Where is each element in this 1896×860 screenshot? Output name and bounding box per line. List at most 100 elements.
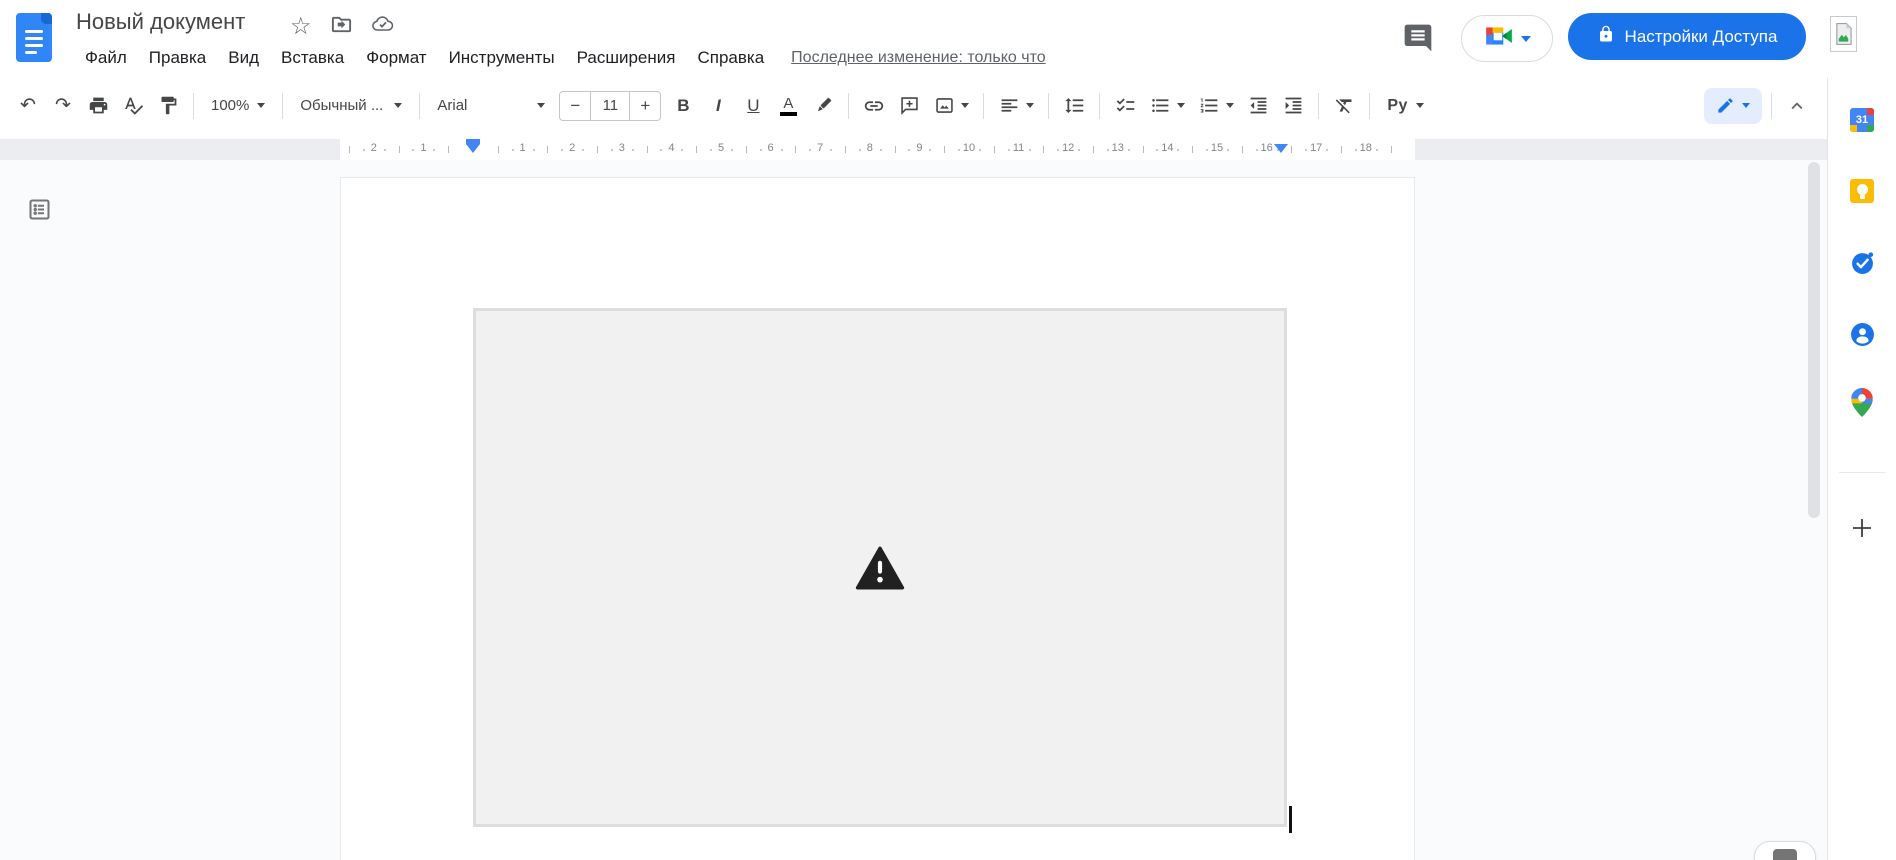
bulleted-list-button[interactable] (1144, 90, 1190, 122)
chevron-down-icon (1742, 103, 1750, 108)
google-maps-icon[interactable] (1849, 387, 1875, 417)
first-line-indent-marker[interactable] (466, 139, 480, 144)
chevron-down-icon (1225, 103, 1234, 108)
ruler-tick (1227, 149, 1229, 151)
chevron-down-icon (1025, 103, 1034, 108)
share-button[interactable]: Настройки Доступа (1568, 13, 1806, 60)
get-addons-plus-icon[interactable] (1849, 515, 1875, 541)
clear-formatting-button[interactable] (1328, 90, 1360, 122)
vertical-scrollbar[interactable] (1808, 162, 1820, 518)
underline-button[interactable]: U (737, 90, 769, 122)
menu-insert[interactable]: Вставка (270, 46, 355, 70)
input-tools-button[interactable]: Ру (1379, 90, 1432, 122)
increase-font-size-button[interactable]: + (630, 96, 660, 116)
text-cursor (1289, 806, 1292, 833)
ruler-tick (362, 149, 365, 151)
add-comment-button[interactable] (893, 90, 925, 122)
pencil-icon (1718, 98, 1733, 113)
decrease-indent-button[interactable] (1242, 90, 1274, 122)
meet-button[interactable] (1461, 15, 1553, 62)
docs-logo-icon[interactable] (16, 13, 52, 62)
spellcheck-button[interactable] (117, 90, 149, 122)
move-to-folder-icon[interactable] (330, 13, 353, 41)
ruler-number: 18 (1359, 142, 1372, 154)
meet-dropdown-caret (1520, 35, 1531, 42)
star-icon[interactable]: ☆ (290, 14, 312, 39)
highlight-color-button[interactable] (807, 90, 839, 122)
menu-view[interactable]: Вид (217, 46, 270, 70)
google-calendar-icon[interactable]: 31 (1849, 107, 1875, 133)
ruler-tick (646, 146, 648, 153)
insert-image-button[interactable] (928, 90, 974, 122)
undo-button[interactable]: ↶ (12, 90, 44, 122)
right-indent-marker[interactable] (1274, 144, 1288, 153)
cloud-saved-icon[interactable] (371, 12, 395, 41)
menu-format[interactable]: Формат (355, 46, 437, 70)
horizontal-ruler[interactable]: 2 1 1 2 3 4 5 6 7 8 9 10 11 12 13 14 15 16 17 18 (0, 139, 1827, 160)
decrease-font-size-button[interactable]: − (560, 96, 590, 116)
ruler-tick (547, 146, 549, 153)
google-tasks-icon[interactable] (1849, 249, 1875, 275)
ruler-number: 14 (1161, 142, 1174, 154)
broken-image-placeholder[interactable] (473, 308, 1287, 827)
last-edit-link[interactable]: Последнее изменение: только что (791, 49, 1045, 67)
editing-mode-button[interactable] (1704, 87, 1762, 124)
paint-format-button[interactable] (152, 90, 184, 122)
line-spacing-button[interactable] (1058, 90, 1090, 122)
chevron-down-icon (537, 103, 546, 108)
ruler-tick (1093, 146, 1094, 153)
menu-file[interactable]: Файл (74, 46, 138, 70)
align-button[interactable] (993, 90, 1039, 122)
font-size-input[interactable]: 11 (590, 91, 631, 120)
insert-link-button[interactable] (858, 90, 890, 122)
explore-button[interactable] (1754, 841, 1816, 860)
ruler-tick (845, 146, 846, 153)
menu-extensions[interactable]: Расширения (566, 46, 687, 70)
bold-button[interactable]: B (667, 90, 699, 122)
ruler-tick (1255, 149, 1258, 151)
ruler-tick (696, 146, 698, 153)
document-canvas (0, 160, 1827, 860)
document-title[interactable]: Новый документ (76, 9, 245, 35)
ruler-tick (1206, 149, 1208, 151)
ruler-tick (349, 146, 350, 153)
ruler-number: 13 (1111, 142, 1124, 154)
ruler-number: 16 (1260, 142, 1273, 154)
ruler-tick (1341, 146, 1342, 153)
show-document-outline-icon[interactable] (26, 196, 53, 228)
google-meet-icon (1484, 23, 1514, 54)
text-color-button[interactable]: A (772, 90, 804, 122)
explore-icon (1773, 849, 1797, 860)
profile-avatar-broken-image[interactable] (1830, 16, 1857, 52)
increase-indent-button[interactable] (1277, 90, 1309, 122)
ruler-tick (759, 149, 762, 151)
ruler-number: 2 (569, 142, 576, 154)
font-select[interactable]: Arial (429, 90, 553, 122)
chevron-down-icon (394, 103, 403, 108)
google-contacts-icon[interactable] (1849, 321, 1875, 347)
google-keep-icon[interactable] (1849, 178, 1875, 204)
left-indent-marker[interactable] (466, 144, 480, 153)
ruler-tick (511, 149, 514, 151)
print-button[interactable] (82, 90, 114, 122)
open-comments-icon[interactable] (1402, 22, 1434, 59)
ruler-tick (532, 149, 535, 151)
menu-help[interactable]: Справка (686, 46, 775, 70)
ruler-tick (1192, 146, 1194, 153)
menu-edit[interactable]: Правка (138, 46, 217, 70)
ruler-tick (944, 146, 946, 153)
formatting-toolbar: ↶ ↷ 100% Обычный ... Arial − 11 + B I U (0, 78, 1827, 139)
italic-button[interactable]: I (702, 90, 734, 122)
redo-button[interactable]: ↷ (47, 90, 79, 122)
checklist-button[interactable] (1109, 90, 1141, 122)
ruler-number: 1 (420, 142, 427, 154)
numbered-list-button[interactable] (1193, 90, 1239, 122)
hide-menus-button[interactable] (1781, 90, 1813, 122)
paragraph-style-select[interactable]: Обычный ... (292, 90, 410, 122)
document-page[interactable] (340, 177, 1415, 860)
zoom-select[interactable]: 100% (203, 90, 273, 122)
menu-tools[interactable]: Инструменты (438, 46, 566, 70)
ruler-tick (497, 146, 499, 153)
ruler-tick (1354, 149, 1357, 151)
top-bar: Новый документ ☆ Файл Правка Вид Вставка… (0, 0, 1896, 78)
